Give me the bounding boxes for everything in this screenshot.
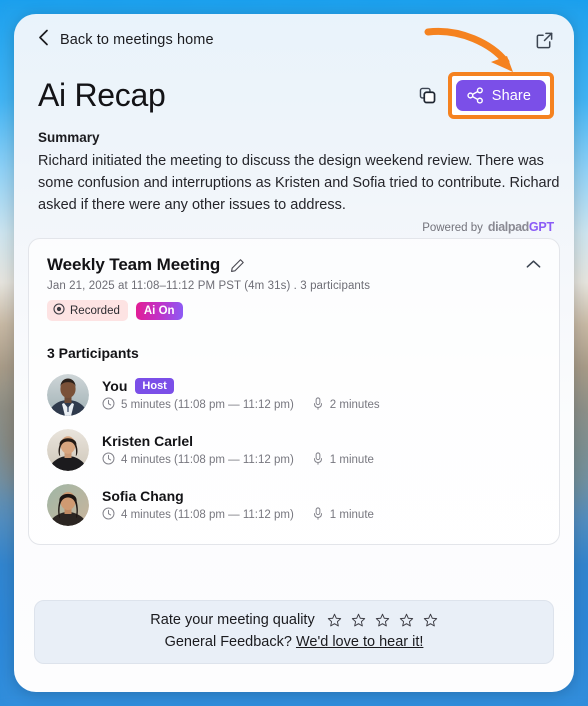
star-icon-1[interactable]: [327, 613, 342, 628]
clock-icon: [102, 507, 115, 523]
meeting-badges: Recorded Ai On: [47, 300, 370, 321]
meeting-meta: Jan 21, 2025 at 11:08–11:12 PM PST (4m 3…: [47, 280, 371, 292]
star-glyph: [399, 613, 413, 626]
chevron-left-glyph: [39, 29, 48, 45]
participant-name-line: Kristen Carlel: [102, 433, 374, 449]
participant-name-line: You Host: [102, 377, 380, 394]
rating-row: Rate your meeting quality: [35, 612, 553, 628]
share-button[interactable]: Share: [455, 80, 546, 111]
record-glyph: [53, 303, 65, 315]
avatar: [47, 374, 89, 416]
pencil-icon[interactable]: [230, 258, 245, 273]
rating-label: Rate your meeting quality: [150, 612, 315, 628]
general-feedback-row: General Feedback? We'd love to hear it!: [35, 634, 553, 650]
participant-stats: 5 minutes (11:08 pm — 11:12 pm) 2 minute…: [102, 396, 380, 413]
participant-stats: 4 minutes (11:08 pm — 11:12 pm) 1 minute: [102, 451, 374, 468]
title-row: Ai Recap Share: [38, 72, 554, 119]
participant-name: You: [102, 377, 128, 394]
feedback-panel: Rate your meeting quality General Feedba…: [34, 600, 554, 664]
copy-icon[interactable]: [414, 82, 442, 110]
summary-body: Richard initiated the meeting to discuss…: [38, 153, 560, 213]
chevron-up-glyph: [526, 260, 541, 268]
clock-glyph: [102, 397, 115, 409]
microphone-glyph: [313, 506, 322, 520]
meeting-title: Weekly Team Meeting: [47, 255, 221, 274]
participant-info: You Host 5 minutes (11:08 pm — 11:12 pm): [102, 377, 380, 413]
participant-talk-time: 1 minute: [329, 453, 374, 466]
avatar: [47, 429, 89, 471]
clock-icon: [102, 397, 115, 413]
star-rating[interactable]: [327, 613, 438, 628]
powered-by-prefix: Powered by: [422, 222, 483, 234]
microphone-glyph: [313, 396, 322, 410]
participant-duration: 4 minutes (11:08 pm — 11:12 pm): [121, 508, 294, 521]
participant-stats: 4 minutes (11:08 pm — 11:12 pm) 1 minute: [102, 506, 374, 523]
back-link-label: Back to meetings home: [60, 32, 214, 48]
participant-row[interactable]: Kristen Carlel 4 minutes (11:08 pm — 11:…: [47, 429, 541, 471]
avatar: [47, 484, 89, 526]
participant-name: Kristen Carlel: [102, 432, 194, 449]
status-badge-ai-on: Ai On: [135, 301, 183, 320]
star-icon-3[interactable]: [375, 613, 390, 628]
feedback-link[interactable]: We'd love to hear it!: [296, 634, 423, 650]
star-icon-5[interactable]: [423, 613, 438, 628]
microphone-icon: [312, 451, 324, 468]
share-button-highlight: Share: [447, 72, 554, 119]
general-feedback-label: General Feedback?: [164, 634, 292, 650]
ai-recap-card: Back to meetings home Ai Recap Share Sum…: [14, 14, 574, 692]
record-icon: [53, 303, 65, 318]
participant-duration: 5 minutes (11:08 pm — 11:12 pm): [121, 398, 294, 411]
brand-name: dialpadGPT: [488, 220, 554, 234]
chevron-up-icon[interactable]: [526, 255, 541, 269]
summary-heading: Summary: [38, 130, 100, 145]
clock-glyph: [102, 507, 115, 519]
share-button-label: Share: [491, 87, 531, 104]
participant-name: Sofia Chang: [102, 487, 184, 504]
open-in-new-icon[interactable]: [535, 31, 554, 50]
clock-icon: [102, 452, 115, 468]
microphone-icon: [312, 506, 324, 523]
participant-duration: 4 minutes (11:08 pm — 11:12 pm): [121, 453, 294, 466]
share-nodes-icon: [467, 87, 483, 104]
brand-dialpad: dialpad: [487, 220, 529, 234]
chevron-left-icon: [38, 29, 49, 50]
participant-talk-time: 1 minute: [329, 508, 374, 521]
participant-info: Sofia Chang 4 minutes (11:08 pm — 11:12 …: [102, 488, 374, 523]
open-in-new-glyph: [536, 32, 553, 48]
star-icon-4[interactable]: [399, 613, 414, 628]
meeting-header-left: Weekly Team Meeting Jan 21, 2025 at 11:0…: [47, 255, 370, 321]
meeting-header: Weekly Team Meeting Jan 21, 2025 at 11:0…: [47, 255, 541, 321]
star-icon-2[interactable]: [351, 613, 366, 628]
host-badge: Host: [135, 377, 174, 394]
copy-glyph: [420, 87, 436, 104]
pencil-glyph: [231, 258, 244, 272]
clock-glyph: [102, 452, 115, 464]
avatar-image-kristen: [47, 429, 89, 471]
powered-by-label: Powered by dialpadGPT: [422, 220, 554, 234]
star-glyph: [423, 613, 437, 626]
microphone-glyph: [313, 451, 322, 465]
top-bar: Back to meetings home: [14, 14, 574, 66]
avatar-image-you: [47, 374, 89, 416]
meeting-title-line: Weekly Team Meeting: [47, 255, 370, 275]
back-to-meetings-home-link[interactable]: Back to meetings home: [38, 29, 214, 51]
recorded-label: Recorded: [70, 304, 120, 317]
participant-name-line: Sofia Chang: [102, 488, 374, 504]
participant-talk-time: 2 minutes: [329, 398, 380, 411]
microphone-icon: [312, 396, 324, 413]
status-badge-recorded: Recorded: [47, 300, 128, 321]
star-glyph: [375, 613, 389, 626]
page-title: Ai Recap: [38, 77, 166, 114]
star-glyph: [351, 613, 365, 626]
participants-heading: 3 Participants: [47, 345, 139, 361]
title-actions: Share: [414, 72, 554, 119]
participant-row[interactable]: You Host 5 minutes (11:08 pm — 11:12 pm): [47, 374, 541, 416]
participant-info: Kristen Carlel 4 minutes (11:08 pm — 11:…: [102, 433, 374, 468]
meeting-panel: Weekly Team Meeting Jan 21, 2025 at 11:0…: [28, 238, 560, 545]
brand-gpt: GPT: [528, 220, 554, 234]
star-glyph: [327, 613, 341, 626]
avatar-image-sofia: [47, 484, 89, 526]
participant-row[interactable]: Sofia Chang 4 minutes (11:08 pm — 11:12 …: [47, 484, 541, 526]
